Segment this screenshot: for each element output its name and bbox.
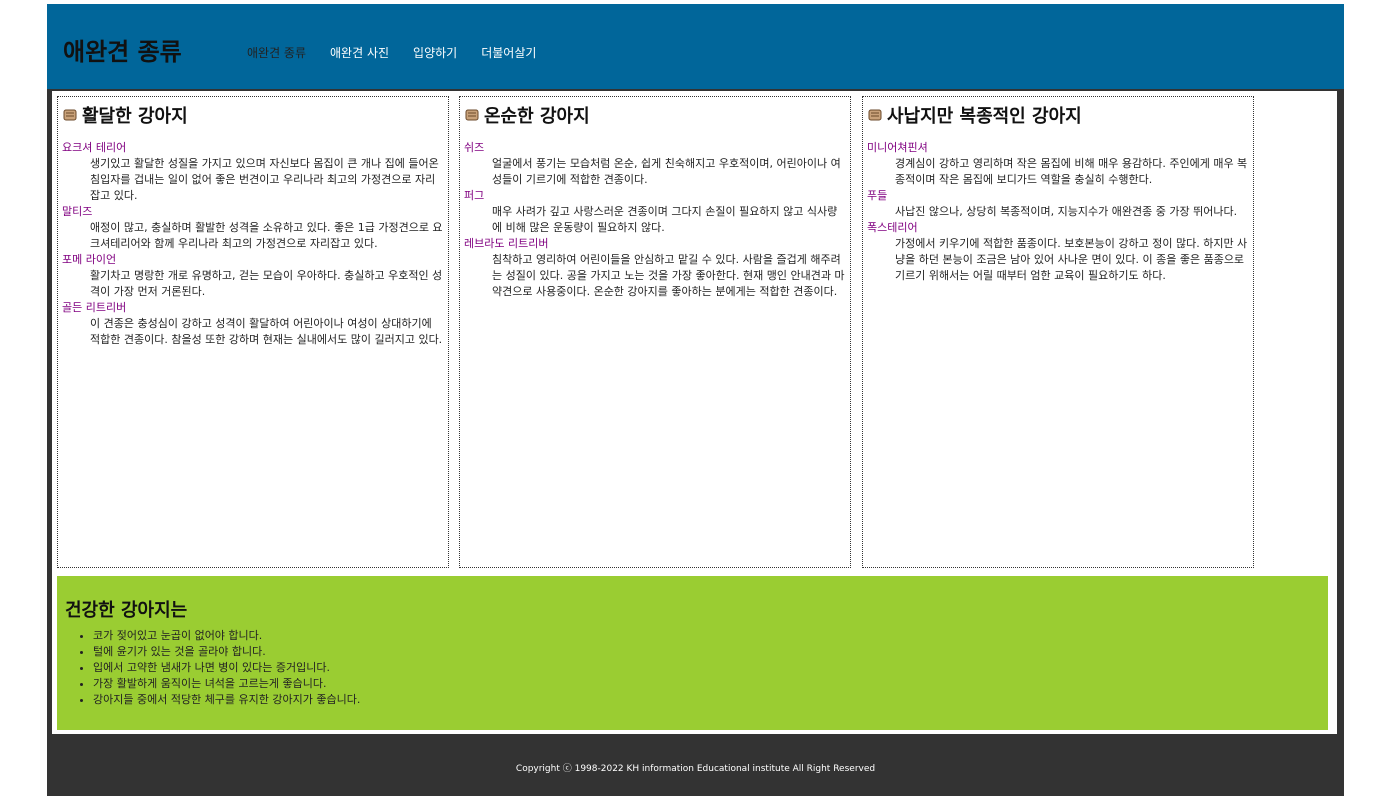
breed-desc: 얼굴에서 풍기는 모습처럼 온순, 쉽게 친숙해지고 우호적이며, 어린아이나 … [492, 157, 841, 186]
scroll-icon [465, 109, 479, 121]
breed-desc: 애정이 많고, 충실하며 활발한 성격을 소유하고 있다. 좋은 1급 가정견으… [90, 221, 443, 250]
breed-name[interactable]: 포메 라이언 [62, 252, 444, 268]
breed-name[interactable]: 퍼그 [464, 188, 846, 204]
scroll-icon [868, 109, 882, 121]
breed-name[interactable]: 레브라도 리트리버 [464, 236, 846, 252]
breed-list: 요크셔 테리어 생기있고 활달한 성질을 가지고 있으며 자신보다 몸집이 큰 … [62, 140, 444, 348]
column-active-dogs: 활달한 강아지 요크셔 테리어 생기있고 활달한 성질을 가지고 있으며 자신보… [57, 96, 449, 568]
breed-desc: 활기차고 명랑한 개로 유명하고, 걷는 모습이 우아하다. 충실하고 우호적인… [90, 269, 443, 298]
breed-name[interactable]: 미니어쳐핀셔 [867, 140, 1249, 156]
copyright-text: Copyright ⓒ 1998-2022 KH information Edu… [515, 763, 876, 774]
breed-desc: 가정에서 키우기에 적합한 품종이다. 보호본능이 강하고 정이 많다. 하지만… [895, 237, 1248, 282]
column-title-text: 온순한 강아지 [484, 106, 590, 127]
breed-name[interactable]: 푸들 [867, 188, 1249, 204]
breed-desc: 매우 사려가 깊고 사랑스러운 견종이며 그다지 손질이 필요하지 않고 식사량… [492, 205, 838, 234]
breed-desc: 침착하고 영리하여 어린이들을 안심하고 맡길 수 있다. 사람을 즐겁게 해주… [492, 253, 845, 298]
list-item: 가장 활발하게 움직이는 녀석을 고르는게 좋습니다. [93, 676, 360, 692]
breed-list: 미니어쳐핀셔 경계심이 강하고 영리하며 작은 몸집에 비해 매우 용감하다. … [867, 140, 1249, 284]
column-title: 활달한 강아지 [62, 102, 444, 128]
main-nav: 애완견 종류 애완견 사진 입양하기 더불어살기 [247, 44, 536, 61]
breed-desc: 이 견종은 충성심이 강하고 성격이 활달하여 어린아이나 여성이 상대하기에 … [90, 317, 443, 346]
health-tips-list: 코가 젖어있고 눈곱이 없어야 합니다. 털에 윤기가 있는 것을 골라야 합니… [65, 628, 360, 708]
list-item: 강아지들 중에서 적당한 체구를 유지한 강아지가 좋습니다. [93, 692, 360, 708]
breed-name[interactable]: 쉬즈 [464, 140, 846, 156]
breed-name[interactable]: 요크셔 테리어 [62, 140, 444, 156]
breed-name[interactable]: 폭스테리어 [867, 220, 1249, 236]
column-title-text: 활달한 강아지 [82, 106, 188, 127]
column-obedient-dogs: 사납지만 복종적인 강아지 미니어쳐핀셔 경계심이 강하고 영리하며 작은 몸집… [862, 96, 1254, 568]
nav-item-breeds[interactable]: 애완견 종류 [247, 44, 306, 61]
footer: Copyright ⓒ 1998-2022 KH information Edu… [47, 738, 1344, 796]
nav-item-together[interactable]: 더불어살기 [481, 44, 536, 61]
breed-desc: 사납진 않으나, 상당히 복종적이며, 지능지수가 애완견종 중 가장 뛰어나다… [895, 205, 1238, 218]
breed-name[interactable]: 골든 리트리버 [62, 300, 444, 316]
list-item: 털에 윤기가 있는 것을 골라야 합니다. [93, 644, 360, 660]
column-gentle-dogs: 온순한 강아지 쉬즈 얼굴에서 풍기는 모습처럼 온순, 쉽게 친숙해지고 우호… [459, 96, 851, 568]
column-title: 사납지만 복종적인 강아지 [867, 102, 1249, 128]
site-logo[interactable]: 애완견 종류 [63, 32, 182, 67]
column-title: 온순한 강아지 [464, 102, 846, 128]
main-content: 활달한 강아지 요크셔 테리어 생기있고 활달한 성질을 가지고 있으며 자신보… [52, 91, 1337, 734]
page-frame: 애완견 종류 애완견 종류 애완견 사진 입양하기 더불어살기 활달한 강아지 … [47, 4, 1344, 796]
column-title-text: 사납지만 복종적인 강아지 [887, 106, 1082, 127]
nav-item-photos[interactable]: 애완견 사진 [330, 44, 389, 61]
breed-desc: 생기있고 활달한 성질을 가지고 있으며 자신보다 몸집이 큰 개나 집에 들어… [90, 157, 439, 202]
breed-list: 쉬즈 얼굴에서 풍기는 모습처럼 온순, 쉽게 친숙해지고 우호적이며, 어린아… [464, 140, 846, 300]
list-item: 입에서 고약한 냄새가 나면 병이 있다는 증거입니다. [93, 660, 360, 676]
section-title: 건강한 강아지는 [65, 600, 188, 621]
breed-desc: 경계심이 강하고 영리하며 작은 몸집에 비해 매우 용감하다. 주인에게 매우… [895, 157, 1248, 186]
header: 애완견 종류 애완견 종류 애완견 사진 입양하기 더불어살기 [47, 4, 1344, 89]
healthy-dog-section: 건강한 강아지는 코가 젖어있고 눈곱이 없어야 합니다. 털에 윤기가 있는 … [57, 576, 1328, 730]
scroll-icon [63, 109, 77, 121]
list-item: 코가 젖어있고 눈곱이 없어야 합니다. [93, 628, 360, 644]
nav-item-adopt[interactable]: 입양하기 [413, 44, 457, 61]
breed-name[interactable]: 말티즈 [62, 204, 444, 220]
